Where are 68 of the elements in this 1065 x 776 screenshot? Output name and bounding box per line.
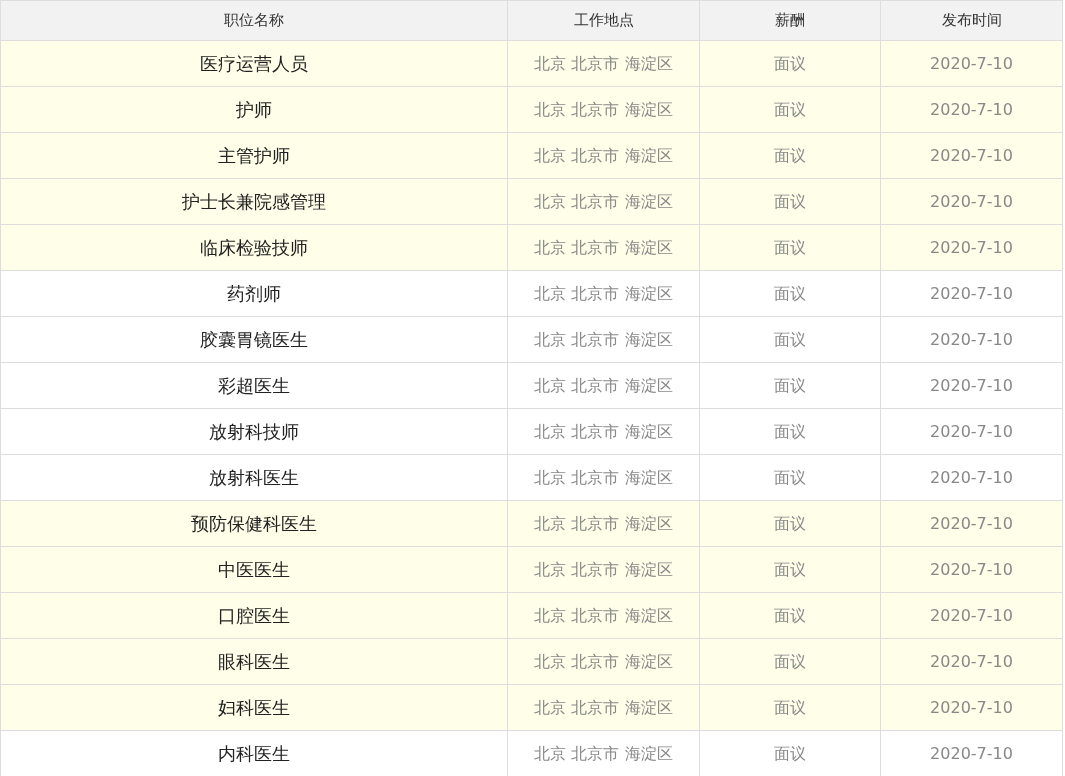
date-cell: 2020-7-10: [880, 592, 1063, 639]
date-cell: 2020-7-10: [880, 224, 1063, 271]
salary-cell: 面议: [699, 546, 881, 593]
job-title-cell[interactable]: 预防保健科医生: [0, 500, 508, 547]
salary-cell: 面议: [699, 40, 881, 87]
job-title-cell[interactable]: 主管护师: [0, 132, 508, 179]
job-title-cell[interactable]: 放射科技师: [0, 408, 508, 455]
date-cell: 2020-7-10: [880, 454, 1063, 501]
location-cell: 北京 北京市 海淀区: [507, 684, 700, 731]
job-title-cell[interactable]: 放射科医生: [0, 454, 508, 501]
column-header: 薪酬: [699, 0, 881, 41]
location-cell: 北京 北京市 海淀区: [507, 224, 700, 271]
location-cell: 北京 北京市 海淀区: [507, 638, 700, 685]
location-cell: 北京 北京市 海淀区: [507, 500, 700, 547]
location-cell: 北京 北京市 海淀区: [507, 132, 700, 179]
column-header: 工作地点: [507, 0, 700, 41]
job-title-cell[interactable]: 口腔医生: [0, 592, 508, 639]
location-cell: 北京 北京市 海淀区: [507, 408, 700, 455]
location-cell: 北京 北京市 海淀区: [507, 362, 700, 409]
location-cell: 北京 北京市 海淀区: [507, 454, 700, 501]
salary-cell: 面议: [699, 86, 881, 133]
date-cell: 2020-7-10: [880, 638, 1063, 685]
date-cell: 2020-7-10: [880, 684, 1063, 731]
job-title-cell[interactable]: 妇科医生: [0, 684, 508, 731]
date-cell: 2020-7-10: [880, 86, 1063, 133]
location-cell: 北京 北京市 海淀区: [507, 86, 700, 133]
column-header: 职位名称: [0, 0, 508, 41]
date-cell: 2020-7-10: [880, 132, 1063, 179]
date-cell: 2020-7-10: [880, 178, 1063, 225]
location-cell: 北京 北京市 海淀区: [507, 178, 700, 225]
job-title-cell[interactable]: 临床检验技师: [0, 224, 508, 271]
salary-cell: 面议: [699, 684, 881, 731]
date-cell: 2020-7-10: [880, 730, 1063, 776]
salary-cell: 面议: [699, 178, 881, 225]
job-title-cell[interactable]: 眼科医生: [0, 638, 508, 685]
date-cell: 2020-7-10: [880, 408, 1063, 455]
job-title-cell[interactable]: 医疗运营人员: [0, 40, 508, 87]
location-cell: 北京 北京市 海淀区: [507, 592, 700, 639]
salary-cell: 面议: [699, 316, 881, 363]
job-title-cell[interactable]: 彩超医生: [0, 362, 508, 409]
salary-cell: 面议: [699, 224, 881, 271]
date-cell: 2020-7-10: [880, 40, 1063, 87]
location-cell: 北京 北京市 海淀区: [507, 546, 700, 593]
job-title-cell[interactable]: 护士长兼院感管理: [0, 178, 508, 225]
location-cell: 北京 北京市 海淀区: [507, 270, 700, 317]
date-cell: 2020-7-10: [880, 500, 1063, 547]
salary-cell: 面议: [699, 408, 881, 455]
column-header: 发布时间: [880, 0, 1063, 41]
salary-cell: 面议: [699, 638, 881, 685]
location-cell: 北京 北京市 海淀区: [507, 316, 700, 363]
job-title-cell[interactable]: 护师: [0, 86, 508, 133]
date-cell: 2020-7-10: [880, 362, 1063, 409]
date-cell: 2020-7-10: [880, 546, 1063, 593]
salary-cell: 面议: [699, 454, 881, 501]
salary-cell: 面议: [699, 730, 881, 776]
date-cell: 2020-7-10: [880, 270, 1063, 317]
job-title-cell[interactable]: 内科医生: [0, 730, 508, 776]
salary-cell: 面议: [699, 270, 881, 317]
job-title-cell[interactable]: 中医医生: [0, 546, 508, 593]
date-cell: 2020-7-10: [880, 316, 1063, 363]
location-cell: 北京 北京市 海淀区: [507, 40, 700, 87]
salary-cell: 面议: [699, 592, 881, 639]
location-cell: 北京 北京市 海淀区: [507, 730, 700, 776]
job-title-cell[interactable]: 药剂师: [0, 270, 508, 317]
salary-cell: 面议: [699, 362, 881, 409]
salary-cell: 面议: [699, 500, 881, 547]
job-title-cell[interactable]: 胶囊胃镜医生: [0, 316, 508, 363]
salary-cell: 面议: [699, 132, 881, 179]
